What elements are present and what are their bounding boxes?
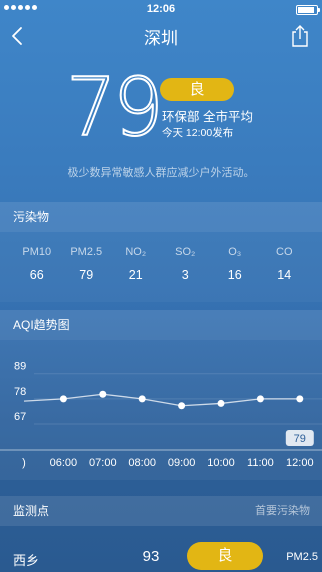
- current-value-label: 79: [294, 433, 306, 445]
- x-tick-label: 06:00: [50, 457, 78, 469]
- x-tick-label: 10:00: [207, 457, 235, 469]
- stations-title: 监测点: [13, 504, 50, 518]
- data-point: [138, 395, 146, 403]
- pollutants-header: 污染物: [0, 202, 322, 232]
- station-primary-pollutant: PM2.5: [286, 551, 318, 563]
- pollutant-value: 3: [181, 268, 189, 282]
- station-name: 西乡: [13, 553, 40, 568]
- pollutant-value: 21: [128, 268, 143, 282]
- pollutant-name: PM2.5: [70, 246, 103, 258]
- pollutant-value: 14: [277, 268, 292, 282]
- chart-header: AQI趋势图: [0, 310, 322, 340]
- pollutant-name: SO₂: [175, 246, 196, 258]
- pollutant-co: CO 14: [260, 246, 310, 282]
- city-title: 深圳: [144, 29, 178, 48]
- battery-icon: [296, 5, 320, 15]
- x-tick-label: 11:00: [247, 457, 274, 469]
- aqi-trend-chart: 89 78 67) 06:00 07:00 08:00 09:00 10:00 11:00 12:…: [0, 361, 322, 469]
- data-point: [256, 395, 264, 403]
- pollutant-so2: SO₂ 3: [161, 246, 211, 282]
- aqi-value: 79: [65, 61, 165, 154]
- y-tick-label: 89: [14, 361, 26, 373]
- nav-bar: 深圳: [0, 18, 322, 54]
- status-time: 12:06: [146, 3, 176, 15]
- pollutant-value: 66: [29, 268, 44, 282]
- x-tick-label: ): [22, 457, 26, 469]
- pollutant-name: CO: [276, 246, 293, 258]
- y-tick-label: 78: [14, 386, 26, 398]
- data-point: [217, 399, 225, 407]
- station-level-badge: 良: [187, 542, 263, 570]
- stations-header: 监测点 首要污染物: [0, 496, 322, 526]
- pollutant-o3: O₃ 16: [210, 246, 260, 282]
- pollutant-pm25: PM2.5 79: [62, 246, 112, 282]
- pollutant-value: 16: [227, 268, 242, 282]
- x-tick-label: 08:00: [128, 457, 156, 469]
- pollutant-name: NO₂: [125, 246, 147, 258]
- x-tick-label: 09:00: [168, 457, 196, 469]
- health-advice: 极少数异常敏感人群应减少户外活动。: [67, 167, 255, 179]
- data-point: [296, 395, 304, 403]
- pollutant-pm10: PM10 66: [12, 246, 62, 282]
- pollutant-name: PM10: [22, 246, 52, 258]
- share-icon[interactable]: [290, 24, 310, 48]
- data-point: [99, 390, 107, 398]
- x-tick-label: 12:00: [286, 457, 314, 469]
- stations-primary-pollutant-label: 首要污染物: [255, 505, 310, 517]
- station-row[interactable]: 西乡 93 良 PM2.5: [0, 540, 322, 572]
- pollutant-name: O₃: [228, 246, 242, 258]
- pollutant-list: PM10 66 PM2.5 79 NO₂ 21 SO₂ 3 O₃ 16 CO 1…: [0, 246, 322, 282]
- y-tick-label: 67: [14, 411, 26, 423]
- aqi-published-time: 今天 12:00发布: [162, 127, 234, 139]
- pollutants-title: 污染物: [13, 210, 50, 224]
- pollutant-no2: NO₂ 21: [111, 246, 161, 282]
- data-point: [59, 395, 67, 403]
- aqi-level-badge: 良: [160, 78, 234, 101]
- pollutant-value: 79: [79, 268, 94, 282]
- status-bar: 12:06: [0, 0, 322, 18]
- aqi-source: 环保部 全市平均: [162, 110, 253, 124]
- x-tick-label: 07:00: [89, 457, 117, 469]
- station-aqi: 93: [142, 548, 160, 565]
- data-point: [178, 402, 186, 410]
- chart-title: AQI趋势图: [13, 318, 70, 332]
